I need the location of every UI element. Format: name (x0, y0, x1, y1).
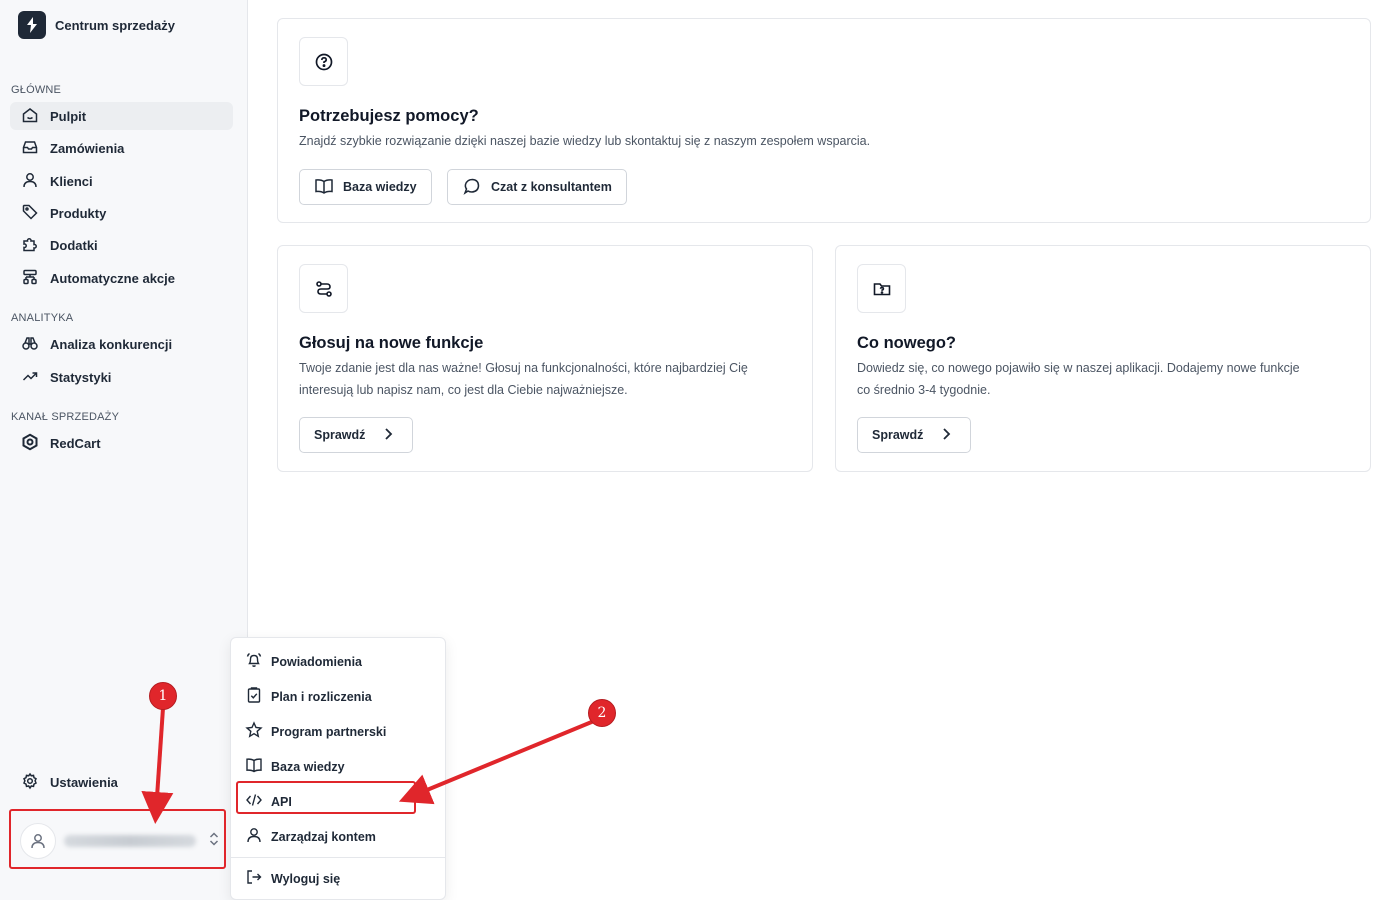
annotation-arrow-1 (141, 707, 174, 824)
annotation-arrows (141, 707, 595, 824)
annotation-arrow-2 (398, 719, 595, 805)
annotation-badge-1: 1 (149, 682, 177, 710)
annotation-badge-2: 2 (588, 699, 616, 727)
